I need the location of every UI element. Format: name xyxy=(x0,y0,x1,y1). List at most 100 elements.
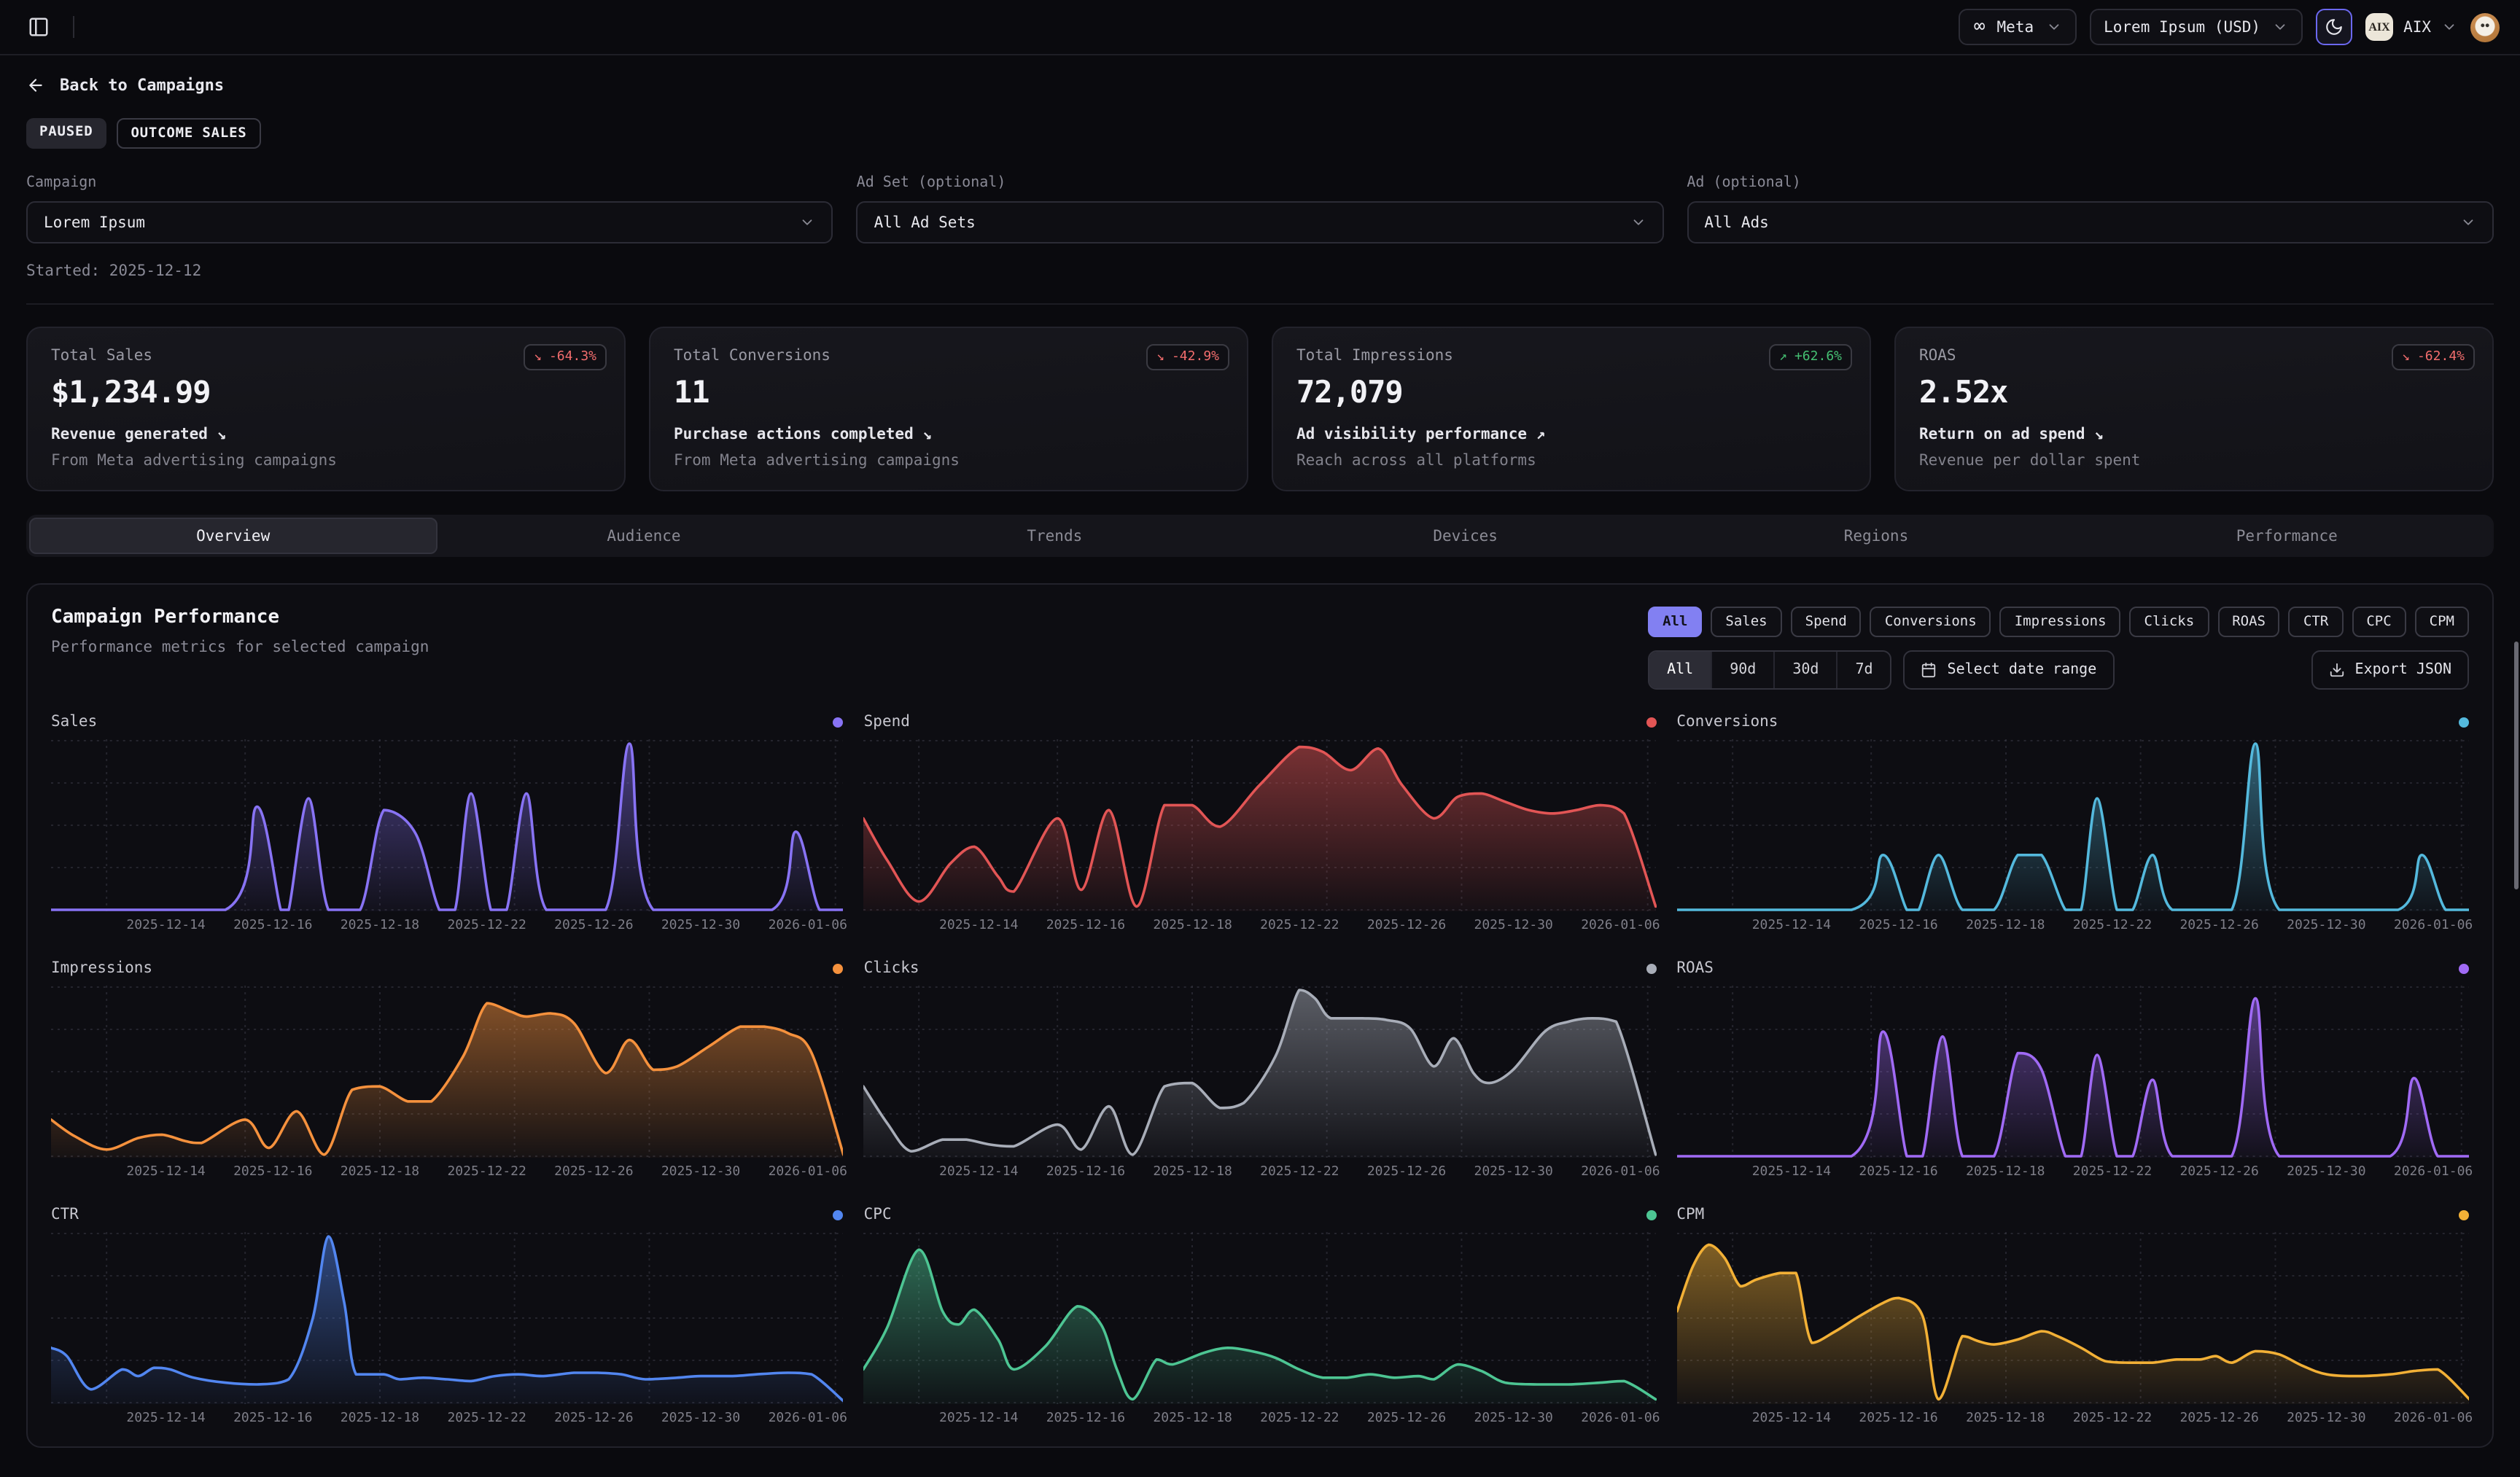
export-json-label: Export JSON xyxy=(2355,662,2451,678)
x-axis-label: 2025-12-18 xyxy=(341,1165,419,1180)
x-axis-label: 2026-01-06 xyxy=(2394,1165,2473,1180)
metric-chip-sales[interactable]: Sales xyxy=(1711,607,1781,637)
sidebar-toggle-button[interactable] xyxy=(20,9,57,45)
metric-chip-ctr[interactable]: CTR xyxy=(2289,607,2343,637)
x-axis-label: 2025-12-30 xyxy=(2287,919,2365,933)
chart-cell-ctr: CTR 2025-12-142025-12-162025- xyxy=(51,1206,844,1429)
top-bar: ∞ Meta Lorem Ipsum (USD) AIX AIX xyxy=(0,0,2520,55)
x-axis-label: 2025-12-26 xyxy=(1367,1165,1446,1180)
filter-label: Campaign xyxy=(26,175,833,191)
tab-trends[interactable]: Trends xyxy=(851,518,1259,554)
metric-chip-spend[interactable]: Spend xyxy=(1791,607,1862,637)
ad-optional-select[interactable]: All Ads xyxy=(1687,201,2494,243)
workspace-badge: AIX xyxy=(2365,13,2393,41)
x-axis: 2025-12-142025-12-162025-12-182025-12-22… xyxy=(51,1165,844,1182)
chart-title: CPM xyxy=(1676,1206,1704,1223)
x-axis: 2025-12-142025-12-162025-12-182025-12-22… xyxy=(864,919,1657,936)
series-dot-icon xyxy=(2459,1209,2469,1220)
tab-performance[interactable]: Performance xyxy=(2083,518,2491,554)
range-7d[interactable]: 7d xyxy=(1838,652,1890,688)
x-axis-label: 2025-12-16 xyxy=(1859,1165,1937,1180)
workspace-menu[interactable]: AIX AIX xyxy=(2365,13,2457,41)
series-dot-icon xyxy=(833,1209,844,1220)
chart-title: Conversions xyxy=(1676,713,1778,730)
filter-campaign: Campaign Lorem Ipsum xyxy=(26,175,833,243)
tab-regions[interactable]: Regions xyxy=(1672,518,2080,554)
chart-title: Impressions xyxy=(51,959,152,977)
x-axis-label: 2025-12-26 xyxy=(1367,1411,1446,1426)
filter-label: Ad Set (optional) xyxy=(857,175,1664,191)
chart-title: Sales xyxy=(51,713,97,730)
chart-cell-conversions: Conversions 2025-12-142025-12 xyxy=(1676,713,2469,936)
x-axis-label: 2025-12-14 xyxy=(939,919,1018,933)
scrollbar-thumb[interactable] xyxy=(2514,642,2519,889)
x-axis-label: 2025-12-18 xyxy=(1153,1411,1232,1426)
series-dot-icon xyxy=(1646,1209,1656,1220)
tab-devices[interactable]: Devices xyxy=(1261,518,1669,554)
select-value: All Ads xyxy=(1704,214,1769,231)
chart-cell-impressions: Impressions 2025-12-142025-12 xyxy=(51,959,844,1182)
metric-chip-cpm[interactable]: CPM xyxy=(2415,607,2469,637)
change-badge: ↗+62.6% xyxy=(1769,344,1852,370)
chart-cell-cpc: CPC 2025-12-142025-12-162025- xyxy=(864,1206,1657,1429)
back-to-campaigns-link[interactable]: Back to Campaigns xyxy=(26,76,224,95)
time-range-segmented: All90d30d7d xyxy=(1648,650,1891,690)
export-json-button[interactable]: Export JSON xyxy=(2311,650,2469,690)
x-axis: 2025-12-142025-12-162025-12-182025-12-22… xyxy=(1676,1165,2469,1182)
x-axis-label: 2025-12-16 xyxy=(1046,919,1125,933)
chart-area-sales xyxy=(51,739,844,911)
series-dot-icon xyxy=(1646,717,1656,727)
chart-area-ctr xyxy=(51,1232,844,1404)
select-value: Lorem Ipsum xyxy=(44,214,145,231)
ad-set-optional-select[interactable]: All Ad Sets xyxy=(857,201,1664,243)
stat-title: Total Conversions xyxy=(674,347,1224,365)
x-axis-label: 2025-12-16 xyxy=(1046,1165,1125,1180)
tab-overview[interactable]: Overview xyxy=(29,518,437,554)
panel-subtitle: Performance metrics for selected campaig… xyxy=(51,639,429,656)
metric-chip-all[interactable]: All xyxy=(1648,607,1702,637)
stat-subtitle: Purchase actions completed ↘ xyxy=(674,426,1224,443)
date-range-button[interactable]: Select date range xyxy=(1904,650,2115,690)
x-axis-label: 2026-01-06 xyxy=(2394,919,2473,933)
x-axis-label: 2025-12-16 xyxy=(1046,1411,1125,1426)
chart-cell-cpm: CPM 2025-12-142025-12-162025- xyxy=(1676,1206,2469,1429)
arrow-left-icon xyxy=(26,76,45,95)
panel-title: Campaign Performance xyxy=(51,607,429,628)
metric-chip-impressions[interactable]: Impressions xyxy=(2000,607,2121,637)
filter-label: Ad (optional) xyxy=(1687,175,2494,191)
tab-audience[interactable]: Audience xyxy=(440,518,847,554)
user-avatar[interactable] xyxy=(2470,12,2500,42)
range-30d[interactable]: 30d xyxy=(1775,652,1838,688)
x-axis-label: 2025-12-22 xyxy=(447,1411,526,1426)
chart-cell-sales: Sales 2025-12-142025-12-16202 xyxy=(51,713,844,936)
x-axis-label: 2025-12-30 xyxy=(2287,1411,2365,1426)
range-all[interactable]: All xyxy=(1649,652,1712,688)
range-control-row: All90d30d7d Select date range Export JSO… xyxy=(1648,650,2469,690)
stat-description: From Meta advertising campaigns xyxy=(51,452,601,469)
platform-select[interactable]: ∞ Meta xyxy=(1959,9,2076,45)
x-axis-label: 2025-12-26 xyxy=(2179,1165,2258,1180)
metric-chip-cpc[interactable]: CPC xyxy=(2352,607,2406,637)
campaign-select[interactable]: Lorem Ipsum xyxy=(26,201,833,243)
chart-area-roas xyxy=(1676,986,2469,1158)
chart-title: Spend xyxy=(864,713,910,730)
x-axis-label: 2025-12-26 xyxy=(554,1165,633,1180)
x-axis-label: 2026-01-06 xyxy=(2394,1411,2473,1426)
charts-grid: Sales 2025-12-142025-12-16202 xyxy=(51,713,2469,1429)
stat-value: 2.52x xyxy=(1919,375,2469,410)
theme-toggle-button[interactable] xyxy=(2316,9,2352,45)
x-axis-label: 2026-01-06 xyxy=(769,1165,847,1180)
x-axis-label: 2025-12-30 xyxy=(1474,1411,1553,1426)
metric-chip-conversions[interactable]: Conversions xyxy=(1870,607,1991,637)
range-90d[interactable]: 90d xyxy=(1712,652,1775,688)
x-axis-label: 2025-12-14 xyxy=(939,1411,1018,1426)
campaign-performance-panel: Campaign Performance Performance metrics… xyxy=(26,583,2494,1448)
metric-chip-roas[interactable]: ROAS xyxy=(2217,607,2280,637)
tab-bar: OverviewAudienceTrendsDevicesRegionsPerf… xyxy=(26,515,2494,557)
x-axis-label: 2025-12-16 xyxy=(233,919,312,933)
account-select[interactable]: Lorem Ipsum (USD) xyxy=(2089,9,2303,45)
stat-card-total-impressions: Total Impressions ↗+62.6% 72,079 Ad visi… xyxy=(1272,327,1871,491)
chart-area-conversions xyxy=(1676,739,2469,911)
stat-description: From Meta advertising campaigns xyxy=(674,452,1224,469)
metric-chip-clicks[interactable]: Clicks xyxy=(2130,607,2209,637)
